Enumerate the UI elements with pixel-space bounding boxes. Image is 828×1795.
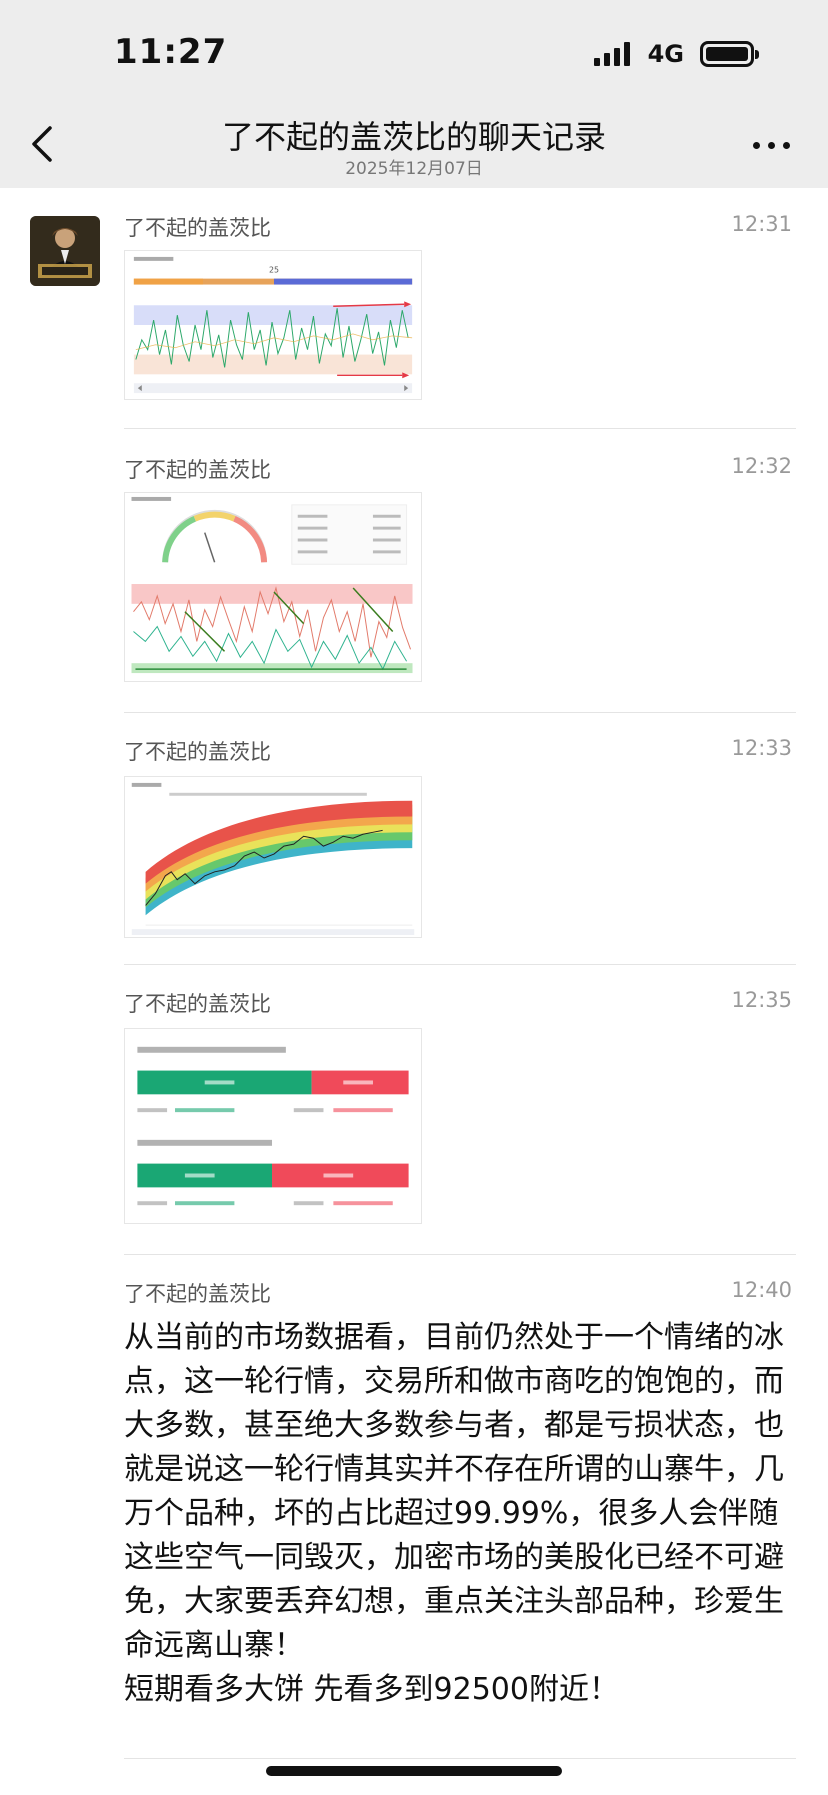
sender-name: 了不起的盖茨比 bbox=[124, 740, 271, 764]
message-time: 12:32 bbox=[731, 454, 792, 478]
status-time: 11:27 bbox=[114, 32, 228, 72]
message-time: 12:33 bbox=[731, 736, 792, 760]
chart-image[interactable] bbox=[124, 492, 422, 682]
signal-icon bbox=[593, 42, 630, 66]
battery-icon bbox=[700, 41, 759, 67]
chart-image[interactable]: 25 bbox=[124, 250, 422, 400]
sender-name: 了不起的盖茨比 bbox=[124, 216, 271, 240]
options-image[interactable] bbox=[124, 1028, 422, 1224]
message-paragraph: 短期看多大饼 先看多到92500附近！ bbox=[124, 1672, 619, 1707]
gauge-value: 25 bbox=[269, 266, 279, 275]
message-item: 了不起的盖茨比 12:33 bbox=[124, 736, 796, 938]
message-paragraph: 从当前的市场数据看，目前仍然处于一个情绪的冰点，这一轮行情，交易所和做市商吃的饱… bbox=[124, 1320, 784, 1663]
message-time: 12:35 bbox=[731, 988, 792, 1012]
avatar[interactable] bbox=[30, 216, 100, 286]
message-item: 了不起的盖茨比 12:31 25 bbox=[124, 212, 796, 400]
message-text: 从当前的市场数据看，目前仍然处于一个情绪的冰点，这一轮行情，交易所和做市商吃的饱… bbox=[124, 1316, 804, 1712]
top-bar: 11:27 4G 了不起的盖茨比的聊天记录 2025年12月07日 bbox=[0, 0, 828, 188]
divider bbox=[124, 1254, 796, 1255]
divider bbox=[124, 1758, 796, 1759]
network-label: 4G bbox=[647, 40, 684, 68]
home-indicator[interactable] bbox=[266, 1766, 562, 1776]
divider bbox=[124, 964, 796, 965]
message-item: 了不起的盖茨比 12:35 bbox=[124, 988, 796, 1224]
sender-name: 了不起的盖茨比 bbox=[124, 1282, 271, 1306]
message-time: 12:40 bbox=[731, 1278, 792, 1302]
divider bbox=[124, 428, 796, 429]
status-indicators: 4G bbox=[593, 40, 759, 68]
page-title: 了不起的盖茨比的聊天记录 bbox=[221, 118, 606, 156]
sender-name: 了不起的盖茨比 bbox=[124, 992, 271, 1016]
more-icon[interactable] bbox=[753, 142, 790, 149]
divider bbox=[124, 712, 796, 713]
message-time: 12:31 bbox=[731, 212, 792, 236]
message-item: 了不起的盖茨比 12:40 bbox=[124, 1278, 796, 1308]
page-date: 2025年12月07日 bbox=[345, 159, 483, 179]
message-item: 了不起的盖茨比 12:32 bbox=[124, 454, 796, 682]
sender-name: 了不起的盖茨比 bbox=[124, 458, 271, 482]
chart-image[interactable] bbox=[124, 776, 422, 938]
